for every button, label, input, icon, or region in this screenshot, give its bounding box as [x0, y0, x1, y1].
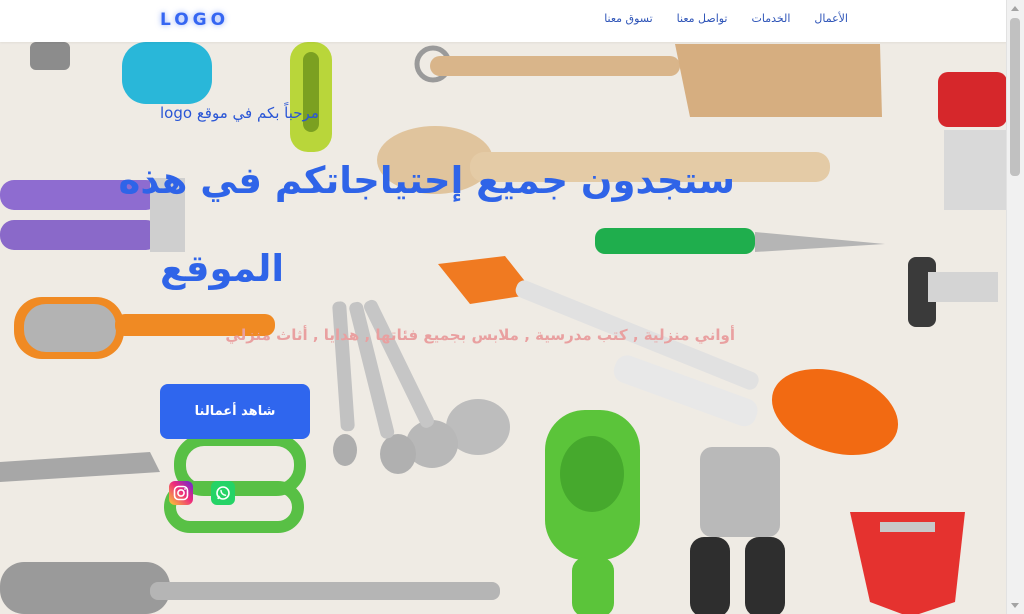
- instagram-icon[interactable]: [169, 481, 193, 505]
- social-links: [169, 481, 235, 505]
- scroll-thumb[interactable]: [1010, 18, 1020, 176]
- view-works-button[interactable]: شاهد أعمالنا: [160, 384, 310, 439]
- site-logo[interactable]: LOGO: [160, 10, 229, 30]
- whatsapp-icon[interactable]: [211, 481, 235, 505]
- welcome-text: logo مرحباً بكم في موقع: [160, 104, 319, 122]
- nav-item-services[interactable]: الخدمات: [752, 12, 791, 25]
- nav-item-contact[interactable]: تواصل معنا: [677, 12, 728, 25]
- headline-line-2: الموقع: [160, 247, 285, 290]
- page: LOGO الأعمال الخدمات تواصل معنا تسوق معن…: [0, 0, 1024, 614]
- headline-line-1: ستجدون جميع إحتياجاتكم في هذه: [118, 159, 735, 202]
- scroll-down-icon[interactable]: [1011, 603, 1019, 608]
- nav-item-works[interactable]: الأعمال: [814, 12, 848, 25]
- scroll-up-icon[interactable]: [1011, 6, 1019, 11]
- top-navbar: LOGO الأعمال الخدمات تواصل معنا تسوق معن…: [0, 0, 1007, 42]
- nav-item-shop[interactable]: تسوق معنا: [604, 12, 652, 25]
- nav-menu: الأعمال الخدمات تواصل معنا تسوق معنا: [604, 12, 848, 25]
- vertical-scrollbar[interactable]: [1006, 0, 1024, 614]
- hero-subtitle: أواني منزلية , كتب مدرسية , ملابس بجميع …: [225, 326, 735, 344]
